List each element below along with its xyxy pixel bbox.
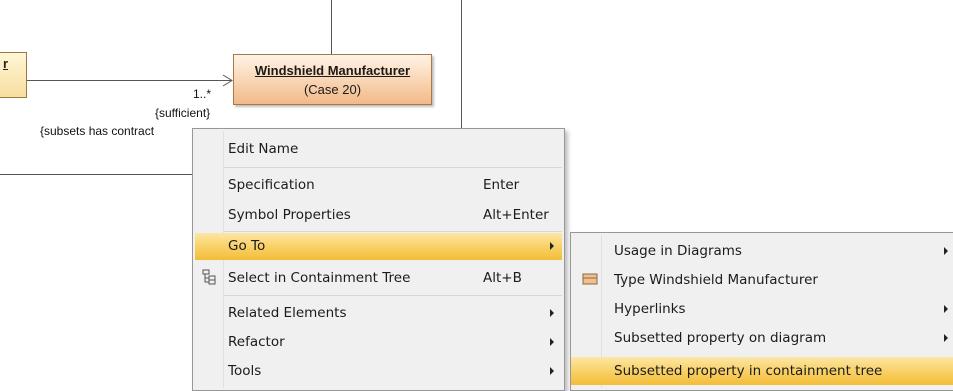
class-subtitle: (Case 20) bbox=[303, 82, 362, 97]
menu-item-tools[interactable]: Tools bbox=[195, 357, 562, 386]
association-line bbox=[25, 80, 231, 81]
menu-separator bbox=[224, 231, 562, 232]
submenu-item-subsetted-property-on-diagram[interactable]: Subsetted property on diagram bbox=[573, 324, 952, 353]
menu-item-label: Hyperlinks bbox=[614, 301, 686, 317]
diagram-line-vertical-top bbox=[331, 0, 332, 55]
containment-tree-icon bbox=[202, 269, 216, 285]
submenu-arrow-icon bbox=[550, 242, 554, 250]
submenu-item-usage-in-diagrams[interactable]: Usage in Diagrams bbox=[573, 237, 952, 266]
menu-item-label: Usage in Diagrams bbox=[614, 243, 742, 259]
submenu-arrow-icon bbox=[944, 247, 948, 255]
menu-item-specification[interactable]: Specification Enter bbox=[195, 171, 562, 200]
menu-item-label: Subsetted property in containment tree bbox=[614, 363, 883, 379]
menu-item-label: Select in Containment Tree bbox=[228, 270, 411, 286]
constraint-subsets-label: {subsets has contract bbox=[40, 124, 155, 138]
menu-separator bbox=[224, 295, 562, 296]
submenu-arrow-icon bbox=[944, 305, 948, 313]
diagram-frame-bottom-edge bbox=[0, 174, 200, 175]
menu-item-label: Symbol Properties bbox=[228, 207, 351, 223]
class-title: Windshield Manufacturer bbox=[254, 63, 411, 78]
menu-item-label: Specification bbox=[228, 177, 315, 193]
menu-item-refactor[interactable]: Refactor bbox=[195, 328, 562, 357]
class-type-icon bbox=[582, 273, 598, 285]
menu-item-shortcut: Enter bbox=[483, 177, 520, 193]
menu-item-select-in-containment-tree[interactable]: Select in Containment Tree Alt+B bbox=[195, 264, 562, 293]
menu-item-label: Go To bbox=[228, 238, 266, 254]
multiplicity-label: 1..* bbox=[193, 87, 212, 101]
diagram-frame-right-edge bbox=[461, 0, 462, 130]
submenu-item-hyperlinks[interactable]: Hyperlinks bbox=[573, 295, 952, 324]
go-to-submenu: Usage in Diagrams Type Windshield Manufa… bbox=[570, 232, 953, 391]
menu-item-label: Refactor bbox=[228, 334, 285, 350]
menu-item-label: Subsetted property on diagram bbox=[614, 330, 827, 346]
menu-separator bbox=[224, 167, 562, 168]
submenu-item-type-windshield-manufacturer[interactable]: Type Windshield Manufacturer bbox=[573, 266, 952, 295]
windshield-manufacturer-class-shape[interactable]: Windshield Manufacturer (Case 20) bbox=[233, 54, 432, 105]
context-menu: Edit Name Specification Enter Symbol Pro… bbox=[192, 128, 565, 391]
submenu-arrow-icon bbox=[944, 334, 948, 342]
menu-item-go-to[interactable]: Go To bbox=[195, 233, 562, 260]
left-class-label: r bbox=[3, 56, 9, 71]
menu-item-shortcut: Alt+Enter bbox=[483, 207, 549, 223]
submenu-arrow-icon bbox=[550, 309, 554, 317]
left-class-shape[interactable]: r bbox=[0, 52, 27, 98]
constraint-sufficient-label: {sufficient} bbox=[155, 106, 211, 120]
menu-item-related-elements[interactable]: Related Elements bbox=[195, 299, 562, 328]
menu-item-label: Tools bbox=[228, 363, 262, 379]
submenu-arrow-icon bbox=[550, 338, 554, 346]
submenu-item-subsetted-property-in-containment-tree[interactable]: Subsetted property in containment tree bbox=[571, 357, 953, 385]
menu-item-label: Edit Name bbox=[228, 141, 299, 157]
menu-item-label: Type Windshield Manufacturer bbox=[614, 272, 818, 288]
menu-item-edit-name[interactable]: Edit Name bbox=[195, 135, 562, 164]
submenu-arrow-icon bbox=[550, 367, 554, 375]
menu-item-label: Related Elements bbox=[228, 305, 347, 321]
menu-item-symbol-properties[interactable]: Symbol Properties Alt+Enter bbox=[195, 201, 562, 230]
menu-item-shortcut: Alt+B bbox=[483, 270, 522, 286]
